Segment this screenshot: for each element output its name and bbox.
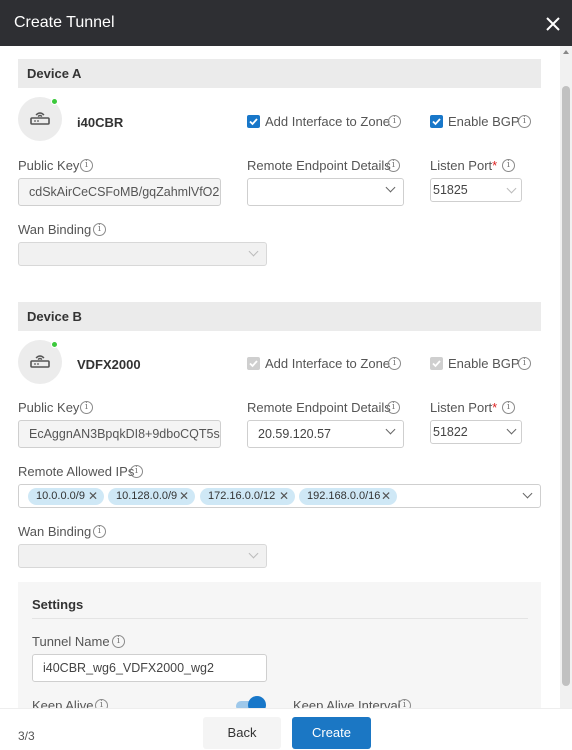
info-icon[interactable]: i (502, 401, 515, 414)
dialog-content: Device A i40CBR Add Interface to Zone i … (0, 46, 560, 708)
remove-tag-icon[interactable]: ✕ (88, 489, 98, 503)
ip-tag: 192.168.0.0/16 ✕ (299, 488, 397, 505)
keep-alive-label: Keep Alive (32, 698, 94, 708)
device-a-remote-endpoint-label: Remote Endpoint Details (247, 158, 391, 173)
device-a-listen-port-label: Listen Port* (430, 158, 498, 173)
close-icon[interactable] (544, 15, 562, 33)
device-b-add-interface-label: Add Interface to Zone (265, 356, 391, 371)
ip-tag: 172.16.0.0/12 ✕ (200, 488, 295, 505)
device-b-remote-allowed-ips-label: Remote Allowed IPs (18, 464, 135, 479)
ip-tag: 10.0.0.0/9 ✕ (28, 488, 104, 505)
chevron-down-icon (506, 183, 517, 194)
info-icon[interactable]: i (93, 223, 106, 236)
device-b-remote-endpoint-value: 20.59.120.57 (258, 427, 331, 441)
device-a-remote-endpoint-select[interactable] (247, 178, 404, 206)
info-icon[interactable]: i (112, 635, 125, 648)
device-b-remote-endpoint-select[interactable]: 20.59.120.57 (247, 420, 404, 448)
info-icon[interactable]: i (388, 115, 401, 128)
dialog-titlebar: Create Tunnel (0, 0, 572, 46)
device-b-public-key-label: Public Key (18, 400, 80, 415)
remote-allowed-ips-multiselect[interactable]: 10.0.0.0/9 ✕ 10.128.0.0/9 ✕ 172.16.0.0/1… (18, 484, 541, 508)
info-icon[interactable]: i (502, 159, 515, 172)
device-a-header: Device A (18, 59, 541, 88)
keep-alive-interval-label: Keep Alive Interval (293, 698, 401, 708)
device-b-avatar (18, 340, 62, 384)
device-b-enable-bgp-label: Enable BGP (448, 356, 520, 371)
info-icon[interactable]: i (80, 159, 93, 172)
device-b-public-key-field[interactable]: EcAggnAN3BpqkDI8+9dboCQT5se (18, 420, 221, 448)
dialog-footer: 3/3 Back Create (0, 708, 572, 750)
keep-alive-toggle[interactable] (234, 696, 266, 708)
toggle-knob (248, 696, 266, 708)
device-b-listen-port-value: 51822 (433, 425, 468, 439)
chevron-down-icon[interactable] (522, 488, 533, 499)
info-icon[interactable]: i (130, 465, 143, 478)
device-a-wan-binding-label: Wan Binding (18, 222, 92, 237)
info-icon[interactable]: i (518, 115, 531, 128)
device-b-enable-bgp-checkbox[interactable] (430, 357, 443, 370)
device-a-enable-bgp-label: Enable BGP (448, 114, 520, 129)
online-status-dot (51, 341, 58, 348)
device-b-header: Device B (18, 302, 541, 331)
scrollbar-thumb[interactable] (562, 86, 570, 686)
chevron-down-icon (385, 182, 396, 193)
device-b-add-interface-checkbox[interactable] (247, 357, 260, 370)
remove-tag-icon[interactable]: ✕ (179, 489, 189, 503)
create-button[interactable]: Create (292, 717, 371, 749)
device-a-add-interface-label: Add Interface to Zone (265, 114, 391, 129)
device-b-wan-binding-select[interactable] (18, 544, 267, 568)
dialog-title: Create Tunnel (14, 14, 115, 31)
ip-tag: 10.128.0.0/9 ✕ (108, 488, 195, 505)
chevron-down-icon (385, 424, 396, 435)
remove-tag-icon[interactable]: ✕ (279, 489, 289, 503)
chevron-down-icon (248, 246, 259, 257)
info-icon[interactable]: i (80, 401, 93, 414)
settings-title: Settings (32, 597, 84, 612)
router-icon (30, 355, 50, 368)
device-b-name: VDFX2000 (77, 357, 141, 372)
device-a-wan-binding-select[interactable] (18, 242, 267, 266)
tunnel-name-label: Tunnel Name (32, 634, 110, 649)
back-button[interactable]: Back (203, 717, 281, 749)
device-a-public-key-label: Public Key (18, 158, 80, 173)
device-b-remote-endpoint-label: Remote Endpoint Details (247, 400, 391, 415)
device-a-avatar (18, 97, 62, 141)
device-b-listen-port-label: Listen Port* (430, 400, 498, 415)
step-indicator: 3/3 (18, 729, 35, 743)
tunnel-name-input[interactable]: i40CBR_wg6_VDFX2000_wg2 (32, 654, 267, 682)
device-b-wan-binding-label: Wan Binding (18, 524, 92, 539)
router-icon (30, 112, 50, 125)
info-icon[interactable]: i (388, 357, 401, 370)
info-icon[interactable]: i (398, 699, 411, 708)
chevron-down-icon (248, 548, 259, 559)
info-icon[interactable]: i (93, 525, 106, 538)
remove-tag-icon[interactable]: ✕ (381, 489, 391, 503)
info-icon[interactable]: i (95, 699, 108, 708)
info-icon[interactable]: i (387, 159, 400, 172)
vertical-scrollbar[interactable] (560, 46, 572, 708)
chevron-down-icon (506, 424, 517, 435)
online-status-dot (51, 98, 58, 105)
device-a-listen-port-select[interactable]: 51825 (430, 178, 522, 202)
info-icon[interactable]: i (387, 401, 400, 414)
device-b-listen-port-select[interactable]: 51822 (430, 420, 522, 444)
device-a-listen-port-value: 51825 (433, 183, 468, 197)
scroll-up-arrow-icon[interactable] (563, 50, 569, 54)
device-a-public-key-field[interactable]: cdSkAirCeCSFoMB/gqZahmlVfO2C (18, 178, 221, 206)
device-a-add-interface-checkbox[interactable] (247, 115, 260, 128)
info-icon[interactable]: i (518, 357, 531, 370)
settings-divider (32, 618, 528, 619)
device-a-name: i40CBR (77, 115, 124, 130)
device-a-enable-bgp-checkbox[interactable] (430, 115, 443, 128)
